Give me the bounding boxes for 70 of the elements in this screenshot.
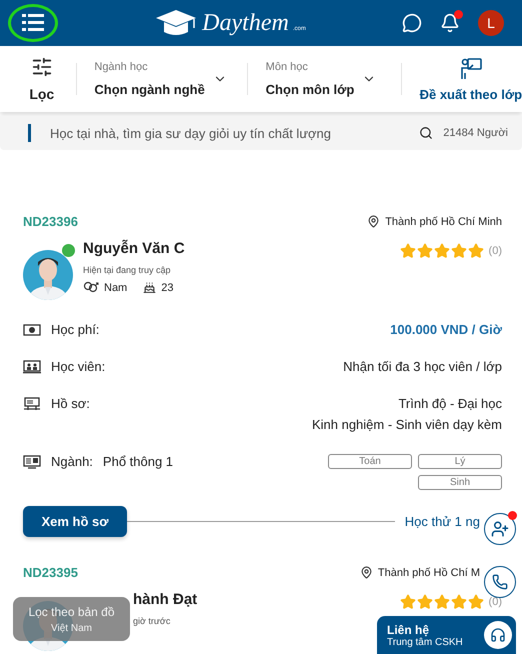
star-icon	[434, 243, 450, 259]
detail-value: Nhận tối đa 3 học viên / lớp	[343, 359, 502, 374]
chat-icon	[402, 13, 422, 33]
star-icon	[400, 594, 416, 610]
detail-value: Kinh nghiệm - Sinh viên dạy kèm	[312, 417, 502, 432]
detail-label: Ngành:	[51, 454, 93, 469]
search-icon	[419, 126, 434, 140]
sliders-icon	[30, 56, 53, 78]
gender-text: Nam	[104, 282, 128, 294]
notification-button[interactable]	[440, 13, 460, 33]
tutor-code: ND23396	[23, 214, 78, 229]
location-pin-icon	[367, 215, 380, 228]
graduation-cap-icon	[154, 8, 198, 38]
star-icon	[400, 243, 416, 259]
rating-count: (0)	[488, 245, 502, 257]
gender-icon	[83, 281, 99, 294]
presenter-icon	[458, 56, 483, 80]
trial-text: Học thử 1 ng	[404, 514, 480, 529]
location-text: Thành phố Hồ Chí Minh	[385, 216, 502, 228]
filter-button[interactable]: Lọc	[28, 56, 56, 102]
menu-button[interactable]	[8, 4, 58, 42]
tutor-name: Nguyễn Văn C	[83, 240, 185, 257]
subject-tag: Sinh	[418, 475, 502, 490]
bell-icon	[440, 13, 460, 33]
star-icon	[434, 594, 450, 610]
select-dropdown[interactable]: Ngành học Chọn ngành nghề	[94, 61, 227, 97]
status-text: giờ trước	[133, 616, 172, 626]
detail-value: Trình độ - Đại học	[398, 396, 502, 411]
status-text: Hiện tại đang truy cập	[83, 265, 172, 275]
age-text: 23	[161, 282, 174, 294]
subject-tag: Lý	[418, 454, 502, 469]
location-pin-icon	[360, 566, 373, 579]
detail-value: Phổ thông 1	[102, 454, 174, 469]
suggest-button[interactable]: Đề xuất theo lớp	[420, 56, 522, 102]
select-dropdown[interactable]: Môn học Chọn môn lớp	[266, 61, 381, 97]
phone-icon	[492, 574, 508, 590]
star-icon	[450, 594, 467, 610]
classroom-icon	[23, 360, 41, 374]
banknote-icon	[23, 322, 41, 336]
detail-label: Học phí:	[51, 322, 100, 337]
presentation-icon	[23, 396, 41, 410]
detail-label: Học viên:	[51, 359, 106, 374]
add-user-button[interactable]	[484, 513, 516, 545]
subject-tag: Toán	[328, 454, 412, 469]
menu-icon	[22, 14, 44, 32]
headset-icon	[490, 627, 506, 643]
result-count: 21484 Người	[443, 127, 508, 139]
map-filter-button[interactable]: Lọc theo bản đồ Việt Nam	[13, 597, 130, 641]
add-user-icon	[491, 520, 509, 538]
detail-label: Hồ sơ:	[51, 396, 90, 411]
search-field[interactable]: Học tại nhà, tìm gia sư dạy giỏi uy tín chất lượng 21484 Người	[0, 116, 522, 150]
star-icon	[468, 243, 484, 259]
search-input[interactable]: Học tại nhà, tìm gia sư dạy giỏi uy tín chất lượng	[48, 124, 420, 142]
phone-button[interactable]	[484, 566, 516, 598]
star-icon	[416, 594, 433, 610]
tutor-name: hành Đạt	[133, 591, 198, 608]
detail-value: 100.000 VND / Giờ	[390, 322, 502, 337]
star-icon	[450, 243, 467, 259]
star-icon	[416, 243, 433, 259]
monitor-icon	[23, 454, 41, 468]
chat-button[interactable]	[402, 13, 422, 33]
contact-button[interactable]: Liên hệ Trung tâm CSKH	[377, 616, 516, 654]
star-icon	[468, 594, 484, 610]
view-profile-button[interactable]: Xem hồ sơ	[23, 506, 127, 537]
location-text: Thành phố Hồ Chí M	[378, 566, 480, 578]
tutor-code: ND23395	[23, 565, 78, 580]
logo-text: Daythem	[202, 10, 289, 36]
user-avatar[interactable]: L	[478, 10, 504, 36]
cake-icon	[143, 281, 156, 294]
rating-count: (0)	[488, 596, 502, 608]
